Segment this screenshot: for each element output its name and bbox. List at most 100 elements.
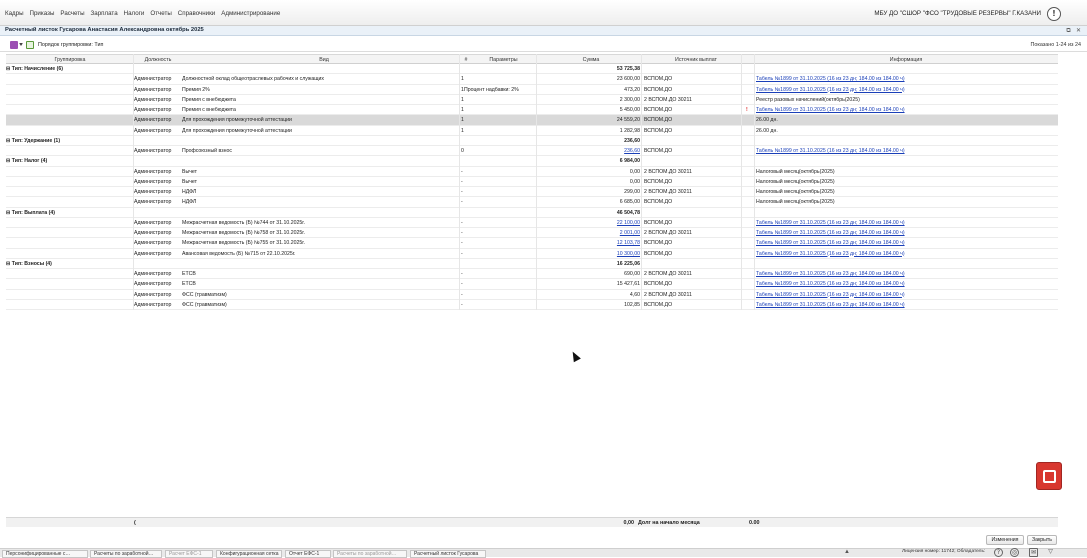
table-row[interactable]: Администратор ФСС (травматизм) - 4,60 2 ВСПО… [6, 290, 1058, 300]
filter-icon[interactable]: ▽ [1046, 548, 1055, 557]
table-row[interactable]: Администратор Премия с внебюджета 1 5 450,0… [6, 105, 1058, 116]
restore-window-icon[interactable]: ⧉ [1065, 27, 1072, 34]
timesheet-link[interactable]: Табель №1899 от 31.10.2025 (16 из 23 дн;… [756, 220, 905, 226]
group-row[interactable]: ⊟ Тип: Налог (4) 6 984,00 [6, 156, 1058, 167]
sum-link[interactable]: 12 103,78 [617, 240, 640, 246]
table-row[interactable]: Администратор Межрасчетная ведомость (Б) … [6, 228, 1058, 239]
timesheet-link[interactable]: Табель №1899 от 31.10.2025 (16 из 23 дн;… [756, 230, 905, 236]
cell-info: 26.00 дн. [756, 117, 778, 124]
menu-item-1[interactable]: Приказы [30, 10, 55, 17]
cell-pos: Администратор [134, 271, 172, 277]
sum-link[interactable]: 2 001,00 [620, 230, 640, 236]
col-position[interactable]: Должность [139, 57, 177, 63]
cell-num: - [461, 240, 463, 247]
cell-info: Табель №1899 от 31.10.2025 (16 из 23 дн;… [756, 292, 1056, 298]
window-title: Расчетный листок Гусарова Анастасия Алек… [5, 27, 204, 33]
timesheet-link[interactable]: Табель №1899 от 31.10.2025 (16 из 23 дн;… [756, 251, 905, 257]
cell-sum: 23 600,00 [616, 76, 640, 83]
menu-item-3[interactable]: Зарплата [91, 10, 118, 17]
col-sum[interactable]: Сумма [536, 57, 646, 63]
table-row[interactable]: Администратор Премия 2% 1 Процент надбавки:… [6, 85, 1058, 95]
col-info[interactable]: Информация [756, 57, 1056, 63]
table-row[interactable]: Администратор Профсоюзный взнос 0 236,60 ВСП… [6, 146, 1058, 157]
cell-info: Табель №1899 от 31.10.2025 (16 из 23 дн;… [756, 271, 1056, 277]
scroll-up-icon[interactable]: ▲ [844, 549, 850, 555]
cell-kind: Авансовая ведомость (Б) №715 от 22.10.20… [182, 250, 296, 257]
menu-item-7[interactable]: Администрирование [221, 10, 280, 17]
dropdown-arrow-icon[interactable] [19, 43, 23, 47]
col-number[interactable]: # [461, 57, 471, 63]
cell-src: ВСПОМ.ДО [644, 301, 673, 308]
cell-num: - [461, 178, 463, 185]
timesheet-link[interactable]: Табель №1899 от 31.10.2025 (16 из 23 дн;… [756, 76, 905, 82]
group-row[interactable]: ⊟ Тип: Выплата (4) 46 504,78 [6, 208, 1058, 218]
table-row[interactable]: Администратор Межрасчетная ведомость (Б) … [6, 238, 1058, 249]
menu-item-4[interactable]: Налоги [124, 10, 145, 17]
sum-link[interactable]: 10 300,00 [617, 251, 640, 257]
cell-sum: 2 300,00 [619, 96, 640, 103]
cell-kind: НДФЛ [182, 199, 197, 206]
cell-kind: Премия с внебюджета [182, 107, 236, 113]
grid-toolbar: Порядок группировки: Тип Показано 1-24 и… [0, 38, 1087, 52]
table-row[interactable]: Администратор Авансовая ведомость (Б) №71… [6, 249, 1058, 259]
col-source[interactable]: Источник выплат [646, 57, 746, 63]
grouping-order-label[interactable]: Порядок группировки: Тип [38, 42, 103, 48]
cell-pos: Администратор [134, 178, 172, 185]
cell-group: ⊟ Тип: Налог (4) [6, 158, 48, 165]
menu-item-6[interactable]: Справочники [178, 10, 215, 17]
timesheet-link[interactable]: Табель №1899 от 31.10.2025 (16 из 23 дн;… [756, 148, 905, 154]
col-params[interactable]: Параметры [471, 57, 536, 63]
table-row[interactable]: Администратор Должностной оклад общеотрас… [6, 74, 1058, 85]
mail-icon[interactable]: ✉ [1029, 548, 1038, 557]
timesheet-link[interactable]: Табель №1899 от 31.10.2025 (16 из 23 дн;… [756, 87, 905, 93]
table-row[interactable]: Администратор ЕТСВ - 15 427,61 ВСПОМ.ДО Табел… [6, 279, 1058, 290]
group-row[interactable]: ⊟ Тип: Начисление (6) 53 725,38 [6, 64, 1058, 75]
cell-sum: 4,60 [629, 291, 640, 298]
table-row[interactable]: Администратор НДФЛ - 6 685,00 ВСПОМ.ДО Налого… [6, 197, 1058, 208]
info-icon[interactable]: ! [1047, 7, 1061, 21]
group-row[interactable]: ⊟ Тип: Удержание (1) 236,60 [6, 136, 1058, 146]
help-icon[interactable]: ? [994, 548, 1003, 557]
sum-link[interactable]: 236,60 [624, 148, 640, 154]
settings-icon[interactable]: ◎ [1010, 548, 1019, 557]
timesheet-link[interactable]: Табель №1899 от 31.10.2025 (16 из 23 дн;… [756, 292, 905, 298]
table-row[interactable]: Администратор Для прохождения промежуточн… [6, 126, 1058, 136]
print-menu-icon[interactable] [10, 41, 18, 49]
table-row[interactable]: Администратор НДФЛ - 299,00 2 ВСПОМ.ДО 30211… [6, 187, 1058, 198]
cell-sum: 690,00 [624, 271, 640, 277]
table-row[interactable]: Администратор Вычет - 0,00 ВСПОМ.ДО Налоговый… [6, 177, 1058, 187]
timesheet-link[interactable]: Табель №1899 от 31.10.2025 (16 из 23 дн;… [756, 281, 905, 287]
cell-src: ВСПОМ.ДО [644, 86, 673, 93]
cell-src: 2 ВСПОМ.ДО 30211 [644, 168, 692, 175]
table-row[interactable]: Администратор Вычет - 0,00 2 ВСПОМ.ДО 30211 Н… [6, 167, 1058, 177]
menu-item-5[interactable]: Отчеты [150, 10, 171, 17]
col-grouping[interactable]: Группировка [6, 57, 134, 63]
close-button[interactable]: Закрыть [1027, 535, 1057, 545]
cell-info: Налоговый месяц(октябрь(2025) [756, 168, 835, 175]
cell-info: Табель №1899 от 31.10.2025 (16 из 23 дн;… [756, 87, 1056, 93]
refresh-icon[interactable] [26, 41, 34, 49]
cell-num: - [461, 291, 463, 298]
col-kind[interactable]: Вид [184, 57, 464, 63]
changes-button[interactable]: Изменения [986, 535, 1024, 545]
table-row[interactable]: Администратор Для прохождения промежуточн… [6, 115, 1058, 126]
table-row[interactable]: Администратор ФСС (травматизм) - 102,85 ВСПО… [6, 300, 1058, 310]
table-row[interactable]: Администратор ЕТСВ - 690,00 2 ВСПОМ.ДО 30211… [6, 269, 1058, 280]
close-window-icon[interactable]: ✕ [1075, 27, 1082, 34]
cell-pos: Администратор [134, 240, 172, 247]
menu-item-2[interactable]: Расчеты [60, 10, 84, 17]
sum-link[interactable]: 22 100,00 [617, 220, 640, 226]
cell-info: Налоговый месяц(октябрь(2025) [756, 189, 835, 195]
timesheet-link[interactable]: Табель №1899 от 31.10.2025 (16 из 23 дн;… [756, 240, 905, 246]
assistant-widget-icon[interactable] [1036, 462, 1062, 490]
table-row[interactable]: Администратор Премия с внебюджета 1 2 300,0… [6, 95, 1058, 105]
timesheet-link[interactable]: Табель №1899 от 31.10.2025 (16 из 23 дн;… [756, 107, 905, 113]
menu-item-0[interactable]: Кадры [5, 10, 24, 17]
timesheet-link[interactable]: Табель №1899 от 31.10.2025 (16 из 23 дн;… [756, 271, 905, 277]
cell-sum: 24 559,20 [616, 117, 640, 124]
group-row[interactable]: ⊟ Тип: Взносы (4) 16 225,06 [6, 259, 1058, 269]
cell-sum: 6 984,00 [619, 158, 640, 165]
cell-sum: 53 725,38 [616, 66, 640, 72]
table-row[interactable]: Администратор Межрасчетная ведомость (Б) … [6, 218, 1058, 228]
timesheet-link[interactable]: Табель №1899 от 31.10.2025 (16 из 23 дн;… [756, 302, 905, 308]
